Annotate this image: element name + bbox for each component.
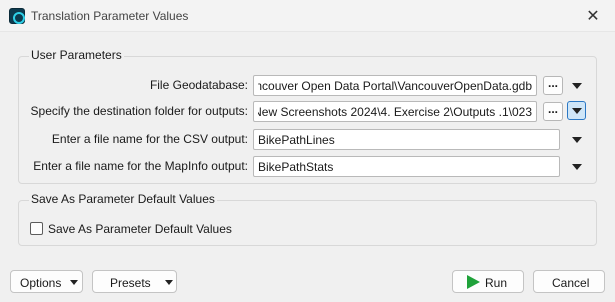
csv-output-label: Enter a file name for the CSV output: bbox=[51, 132, 248, 146]
run-button-label: Run bbox=[485, 276, 508, 290]
save-defaults-checkbox-label[interactable]: Save As Parameter Default Values bbox=[48, 222, 232, 236]
mapinfo-output-label: Enter a file name for the MapInfo output… bbox=[33, 159, 248, 173]
user-parameters-title: User Parameters bbox=[29, 48, 124, 62]
play-icon bbox=[467, 275, 480, 289]
presets-button-label: Presets bbox=[110, 276, 151, 290]
title-bar: Translation Parameter Values ✕ bbox=[0, 0, 615, 32]
destination-folder-label: Specify the destination folder for outpu… bbox=[30, 104, 248, 118]
csv-output-input[interactable] bbox=[253, 129, 560, 150]
window-title: Translation Parameter Values bbox=[31, 9, 189, 23]
folder-dropdown-arrow-icon[interactable] bbox=[567, 101, 586, 120]
file-geodatabase-input[interactable] bbox=[253, 75, 537, 96]
options-button[interactable]: Options bbox=[10, 270, 83, 293]
browse-folder-button[interactable]: ... bbox=[543, 102, 563, 121]
mapinfo-dropdown-arrow-icon[interactable] bbox=[567, 157, 586, 176]
mapinfo-output-input[interactable] bbox=[253, 156, 560, 177]
cancel-button[interactable]: Cancel bbox=[533, 270, 605, 293]
destination-folder-input[interactable] bbox=[253, 101, 537, 122]
chevron-down-icon bbox=[70, 280, 78, 285]
run-button[interactable]: Run bbox=[452, 270, 524, 293]
close-icon[interactable]: ✕ bbox=[585, 6, 601, 25]
browse-geodatabase-button[interactable]: ... bbox=[543, 76, 563, 95]
geodatabase-dropdown-arrow-icon[interactable] bbox=[567, 76, 586, 95]
file-geodatabase-label: File Geodatabase: bbox=[149, 78, 248, 92]
save-defaults-title: Save As Parameter Default Values bbox=[29, 192, 217, 206]
cancel-button-label: Cancel bbox=[552, 276, 590, 290]
options-button-label: Options bbox=[20, 276, 62, 290]
csv-dropdown-arrow-icon[interactable] bbox=[567, 130, 586, 149]
app-icon bbox=[9, 8, 25, 24]
save-defaults-checkbox[interactable] bbox=[30, 222, 43, 235]
presets-button[interactable]: Presets bbox=[92, 270, 177, 293]
chevron-down-icon bbox=[165, 280, 173, 285]
